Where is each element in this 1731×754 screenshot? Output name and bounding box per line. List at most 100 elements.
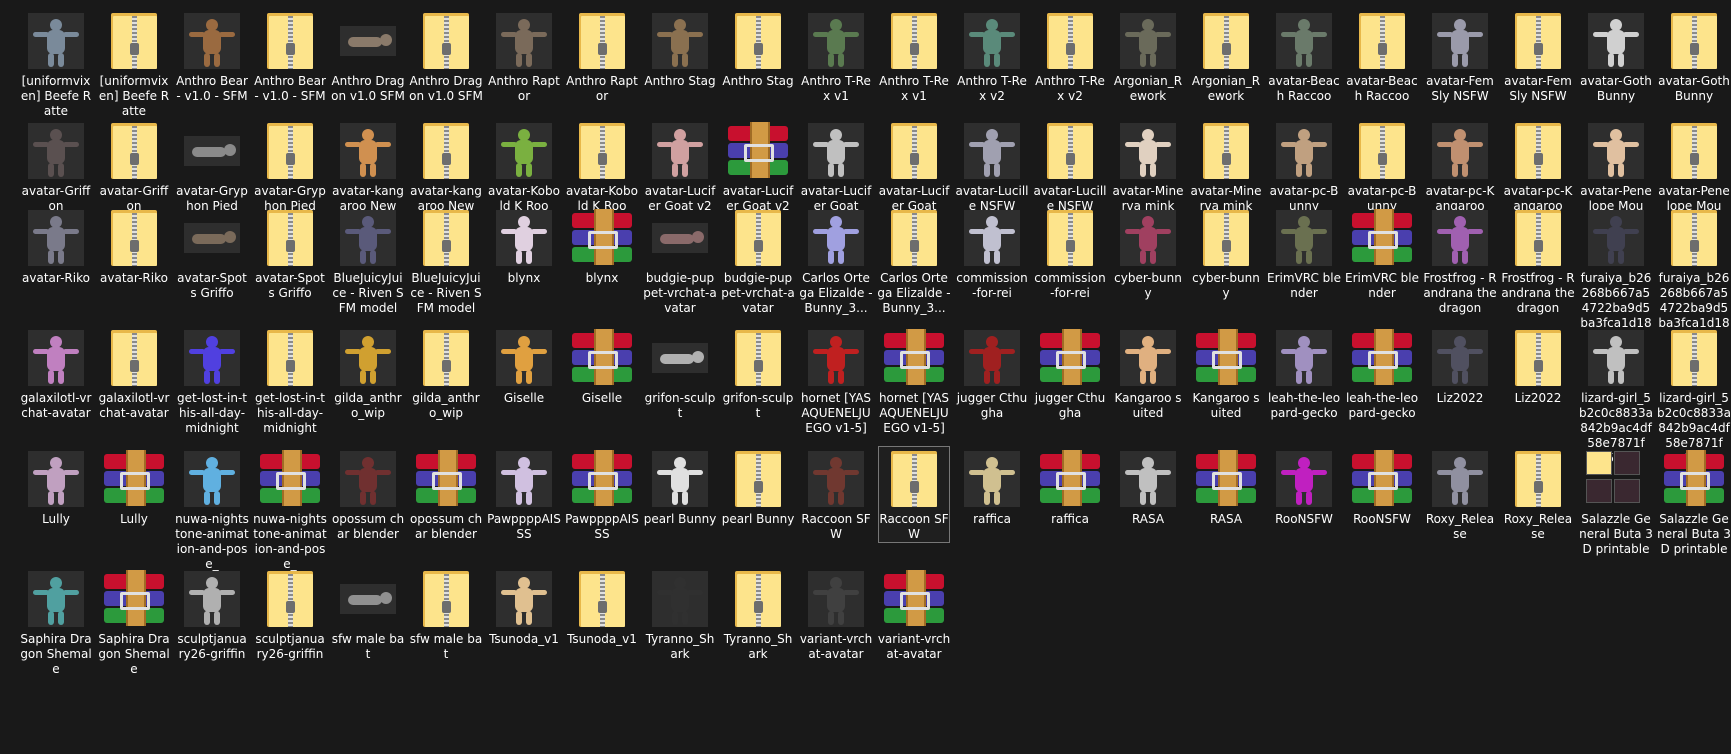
file-item[interactable]: Anthro Raptor — [488, 8, 560, 105]
file-item[interactable]: get-lost-in-this-all-day-midnight — [176, 325, 248, 437]
file-item[interactable]: [uniformvixen] Beefe Ratte — [20, 8, 92, 120]
file-item[interactable]: ErimVRC blender — [1267, 205, 1341, 302]
file-item[interactable]: gilda_anthro_wip — [332, 325, 404, 422]
file-item[interactable]: raffica — [1034, 446, 1106, 528]
file-item[interactable]: Anthro Stag — [722, 8, 794, 90]
file-item[interactable]: avatar-Penelope Mou — [1658, 118, 1730, 215]
file-item[interactable]: Anthro Bear - v1.0 - SFM — [254, 8, 326, 105]
file-item[interactable]: BlueJuicyJuice - Riven SFM model — [332, 205, 404, 317]
file-item[interactable]: Tsunoda_v1 — [566, 566, 638, 648]
file-item[interactable]: hornet [YASAQUENELJUEGO v1-5] — [878, 325, 950, 437]
file-item[interactable]: Argonian_Rework — [1112, 8, 1184, 105]
file-item[interactable]: Anthro Dragon v1.0 SFM — [331, 8, 405, 105]
file-item[interactable]: Kangaroo suited — [1112, 325, 1184, 422]
file-item[interactable]: avatar-Goth Bunny — [1580, 8, 1652, 105]
file-item[interactable]: Argonian_Rework — [1190, 8, 1262, 105]
file-item[interactable]: avatar-FemSly NSFW — [1502, 8, 1574, 105]
file-item[interactable]: avatar-Beach Raccoo — [1268, 8, 1340, 105]
file-item[interactable]: Lully — [98, 446, 170, 528]
file-item[interactable]: sculptjanuary26-griffin — [176, 566, 248, 663]
file-item[interactable]: avatar-Griffon — [20, 118, 92, 215]
file-item[interactable]: Tyranno_Shark — [644, 566, 716, 663]
file-item[interactable]: nuwa-nightstone-animation-and-pose_ — [253, 446, 327, 573]
file-item[interactable]: Raccoon SFW — [800, 446, 872, 543]
file-item[interactable]: [uniformvixen] Beefe Ratte — [98, 8, 170, 120]
file-item[interactable]: avatar-Lucifer Goat — [878, 118, 950, 215]
file-item[interactable]: avatar-Spots Griffo — [254, 205, 326, 302]
file-item[interactable]: Carlos Ortega Elizalde - Bunny_3... — [799, 205, 873, 317]
file-item[interactable]: sfw male bat — [410, 566, 482, 663]
file-item[interactable]: raffica — [956, 446, 1028, 528]
file-item[interactable]: opossum char blender — [332, 446, 404, 543]
file-item[interactable]: cyber-bunny — [1190, 205, 1262, 302]
file-item[interactable]: variant-vrchat-avatar — [800, 566, 872, 663]
file-item[interactable]: RASA — [1112, 446, 1184, 528]
file-item[interactable]: avatar-pc-Bunny — [1268, 118, 1340, 215]
file-item[interactable]: avatar-kangaroo New — [332, 118, 404, 215]
file-item[interactable]: jugger Cthugha — [1034, 325, 1106, 422]
file-item[interactable]: commission-for-rei — [1034, 205, 1106, 302]
file-item[interactable]: Raccoon SFW — [878, 446, 950, 543]
file-item[interactable]: avatar-Lucille NSFW — [1033, 118, 1107, 215]
file-item[interactable]: Anthro Dragon v1.0 SFM — [409, 8, 483, 105]
file-item[interactable]: Anthro T-Rex v1 — [878, 8, 950, 105]
file-item[interactable]: Frostfrog - Randrana the dragon — [1423, 205, 1497, 317]
file-item[interactable]: hornet [YASAQUENELJUEGO v1-5] — [800, 325, 872, 437]
file-item[interactable]: variant-vrchat-avatar — [878, 566, 950, 663]
file-item[interactable]: avatar-Riko — [98, 205, 170, 287]
file-item[interactable]: sfw male bat — [332, 566, 404, 663]
file-item[interactable]: pearl Bunny — [644, 446, 716, 528]
file-item[interactable]: avatar-Kobold K Roo — [488, 118, 560, 215]
file-item[interactable]: avatar-Goth Bunny — [1658, 8, 1730, 105]
file-item[interactable]: budgie-puppet-vrchat-avatar — [721, 205, 795, 317]
file-item[interactable]: Lully — [20, 446, 92, 528]
file-item[interactable]: budgie-puppet-vrchat-avatar — [643, 205, 717, 317]
file-item[interactable]: Carlos Ortega Elizalde - Bunny_3... — [877, 205, 951, 317]
file-item[interactable]: avatar-Griffon — [98, 118, 170, 215]
file-item[interactable]: BlueJuicyJuice - Riven SFM model — [410, 205, 482, 317]
file-item[interactable]: Tsunoda_v1 — [488, 566, 560, 648]
file-item[interactable]: nuwa-nightstone-animation-and-pose_ — [175, 446, 249, 573]
file-item[interactable]: Salazzle General Buta 3D printable — [1657, 446, 1731, 558]
file-item[interactable]: avatar-Riko — [20, 205, 92, 287]
file-item[interactable]: galaxilotl-vrchat-avatar — [98, 325, 170, 422]
file-item[interactable]: avatar-Kobold K Roo — [566, 118, 638, 215]
file-item[interactable]: avatar-kangaroo New — [410, 118, 482, 215]
file-item[interactable]: avatar-Lucifer Goat — [800, 118, 872, 215]
file-item[interactable]: RASA — [1190, 446, 1262, 528]
file-item[interactable]: Liz2022 — [1424, 325, 1496, 407]
file-item[interactable]: PawppppAISSS — [565, 446, 639, 543]
file-item[interactable]: avatar-Lucifer Goat v2 — [644, 118, 716, 215]
file-item[interactable]: Roxy_Release — [1502, 446, 1574, 543]
file-item[interactable]: Liz2022 — [1502, 325, 1574, 407]
file-item[interactable]: cyber-bunny — [1112, 205, 1184, 302]
file-item[interactable]: sculptjanuary26-griffin — [254, 566, 326, 663]
file-item[interactable]: Anthro T-Rex v2 — [956, 8, 1028, 105]
file-item[interactable]: avatar-pc-Bunny — [1346, 118, 1418, 215]
file-item[interactable]: leah-the-leopard-gecko — [1346, 325, 1418, 422]
file-item[interactable]: pearl Bunny — [722, 446, 794, 528]
file-item[interactable]: PawppppAISSS — [487, 446, 561, 543]
file-item[interactable]: grifon-sculpt — [722, 325, 794, 422]
file-item[interactable]: avatar-Minerva mink — [1190, 118, 1262, 215]
file-item[interactable]: leah-the-leopard-gecko — [1268, 325, 1340, 422]
file-item[interactable]: avatar-FemSly NSFW — [1424, 8, 1496, 105]
file-item[interactable]: jugger Cthugha — [956, 325, 1028, 422]
file-item[interactable]: Saphira Dragon Shemale — [20, 566, 92, 678]
file-item[interactable]: Kangaroo suited — [1190, 325, 1262, 422]
file-item[interactable]: Anthro Raptor — [566, 8, 638, 105]
file-item[interactable]: avatar-Penelope Mou — [1580, 118, 1652, 215]
file-item[interactable]: RooNSFW — [1346, 446, 1418, 528]
file-item[interactable]: ErimVRC blender — [1345, 205, 1419, 302]
file-item[interactable]: avatar-pc-Kangaroo — [1502, 118, 1574, 215]
file-item[interactable]: avatar-Gryphon Pied — [254, 118, 326, 215]
file-item[interactable]: blynx — [566, 205, 638, 287]
file-item[interactable]: Giselle — [488, 325, 560, 407]
file-item[interactable]: Anthro Bear - v1.0 - SFM — [176, 8, 248, 105]
file-item[interactable]: avatar-Minerva mink — [1112, 118, 1184, 215]
file-item[interactable]: opossum char blender — [410, 446, 482, 543]
file-item[interactable]: avatar-Spots Griffo — [176, 205, 248, 302]
file-item[interactable]: blynx — [488, 205, 560, 287]
file-item[interactable]: Anthro T-Rex v1 — [800, 8, 872, 105]
file-item[interactable]: avatar-Lucifer Goat v2 — [722, 118, 794, 215]
